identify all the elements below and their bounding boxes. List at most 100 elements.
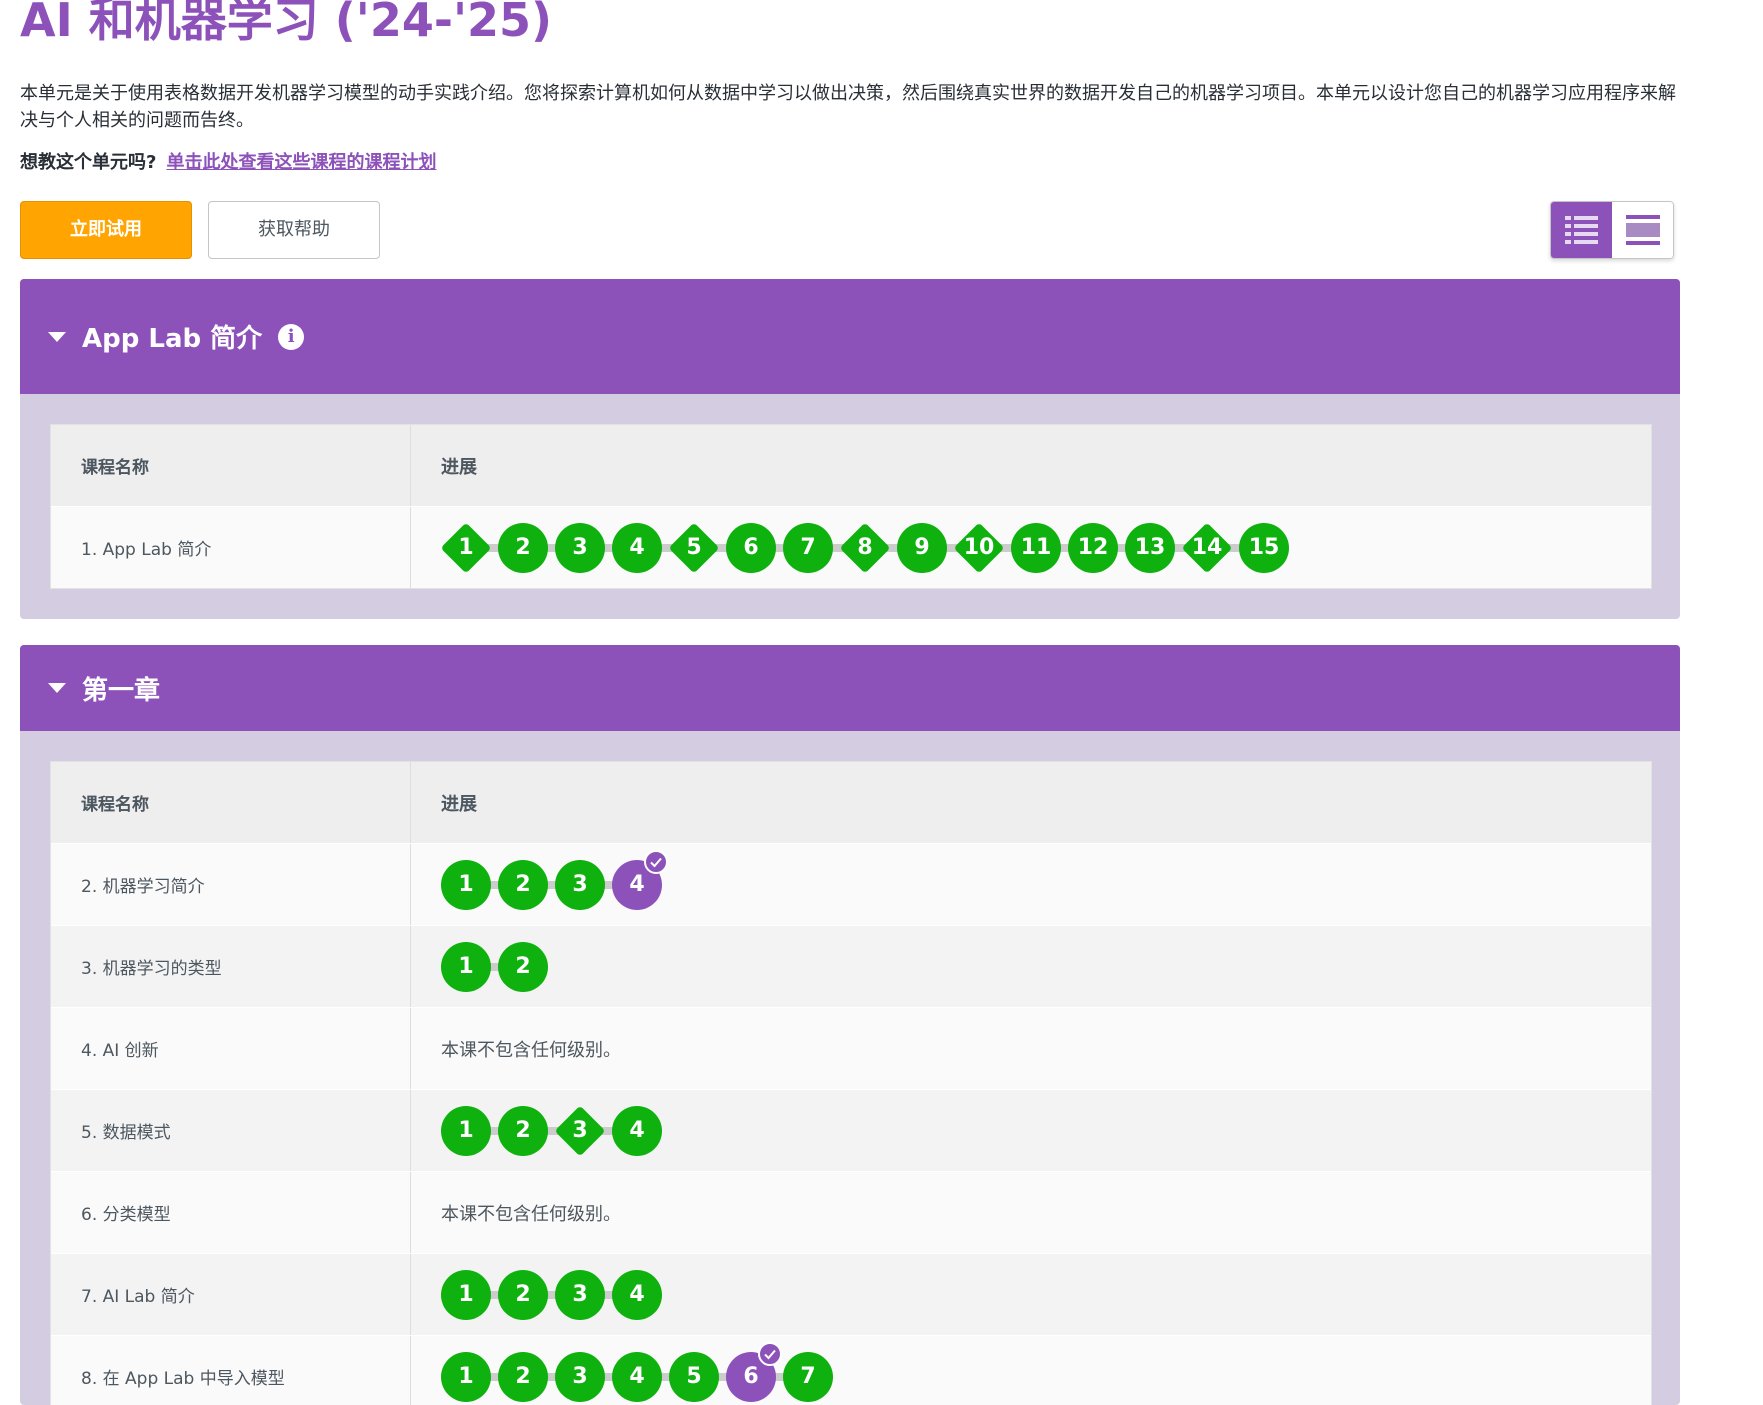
- level-bubble[interactable]: 2: [498, 1105, 548, 1156]
- level-bubble[interactable]: 1: [441, 1351, 491, 1402]
- level-diamond[interactable]: 3: [555, 1106, 605, 1156]
- table-row: 5. 数据模式 1 2 3 4: [51, 1090, 1651, 1172]
- lesson-progress: 1 2 3 4: [411, 844, 1651, 925]
- level-bubble[interactable]: 2: [498, 522, 548, 573]
- detail-view-button[interactable]: [1551, 202, 1612, 258]
- level-bubble[interactable]: 3: [555, 1269, 605, 1320]
- page-title: AI 和机器学习 ('24-'25): [20, 0, 553, 47]
- level-bubbles: 1 2 3 4: [441, 849, 669, 910]
- get-help-button[interactable]: 获取帮助: [208, 201, 380, 259]
- level-bubble[interactable]: 4: [612, 1269, 662, 1320]
- level-number: 11: [1020, 535, 1052, 560]
- lesson-name[interactable]: 1. App Lab 简介: [51, 507, 411, 588]
- lesson-name[interactable]: 8. 在 App Lab 中导入模型: [51, 1336, 411, 1405]
- level-diamond[interactable]: 14: [1182, 523, 1232, 573]
- level-bubble[interactable]: 15: [1239, 522, 1289, 573]
- level-bubble[interactable]: 9: [897, 522, 947, 573]
- level-bubble[interactable]: 7: [783, 1351, 833, 1402]
- level-bubble[interactable]: 3: [555, 1351, 605, 1402]
- table-row: 1. App Lab 简介 1 2 3 4 5 6 7 8 9 10 11 12 13 14 15: [51, 507, 1651, 588]
- level-number: 13: [1134, 535, 1166, 560]
- info-icon[interactable]: i: [278, 323, 305, 350]
- teach-prompt: 想教这个单元吗?: [20, 152, 157, 173]
- level-bubble[interactable]: 1: [441, 1105, 491, 1156]
- current-level-check-icon: [644, 849, 668, 874]
- level-number: 10: [963, 535, 995, 560]
- no-levels-text: 本课不包含任何级别。: [441, 1039, 621, 1061]
- lesson-progress: 1 2 3 4: [411, 1254, 1651, 1335]
- lesson-progress: 1 2 3 4: [411, 1090, 1651, 1171]
- level-bubbles: 1 2 3 4 5 6 7 8 9 10 11 12 13 14 15: [441, 522, 1296, 573]
- level-bubble[interactable]: 1: [441, 859, 491, 910]
- level-number: 12: [1077, 535, 1109, 560]
- level-number: 3: [572, 1364, 588, 1389]
- lesson-name[interactable]: 5. 数据模式: [51, 1090, 411, 1171]
- level-diamond[interactable]: 10: [954, 523, 1004, 573]
- lesson-name[interactable]: 6. 分类模型: [51, 1172, 411, 1253]
- level-number: 2: [515, 1118, 531, 1143]
- table-row: 3. 机器学习的类型 1 2: [51, 926, 1651, 1008]
- lesson-name[interactable]: 7. AI Lab 简介: [51, 1254, 411, 1335]
- level-bubbles: 1 2 3 4 5 6 7: [441, 1341, 840, 1402]
- table-row: 2. 机器学习简介 1 2 3 4: [51, 844, 1651, 926]
- current-level-check-icon: [758, 1341, 782, 1366]
- level-bubble[interactable]: 11: [1011, 522, 1061, 573]
- level-number: 3: [572, 872, 588, 897]
- level-diamond[interactable]: 8: [840, 523, 890, 573]
- lesson-table: 课程名称 进展 2. 机器学习简介 1 2 3 4 3. 机器学习的类型 1 2 4. AI 创…: [50, 761, 1652, 1405]
- level-bubble[interactable]: 4: [612, 849, 668, 910]
- level-number: 14: [1191, 535, 1223, 560]
- summary-view-button[interactable]: [1612, 202, 1673, 258]
- level-bubbles: 1 2 3 4: [441, 1105, 669, 1156]
- level-number: 7: [800, 535, 816, 560]
- level-bubble[interactable]: 13: [1125, 522, 1175, 573]
- level-bubbles: 1 2 3 4: [441, 1269, 669, 1320]
- level-number: 5: [686, 1364, 702, 1389]
- level-number: 7: [800, 1364, 816, 1389]
- level-number: 2: [515, 872, 531, 897]
- table-row: 8. 在 App Lab 中导入模型 1 2 3 4 5 6 7: [51, 1336, 1651, 1405]
- level-number: 4: [629, 1118, 645, 1143]
- column-header-name: 课程名称: [51, 762, 411, 843]
- level-number: 4: [629, 1282, 645, 1307]
- level-bubble[interactable]: 4: [612, 522, 662, 573]
- level-bubble[interactable]: 3: [555, 522, 605, 573]
- lesson-name[interactable]: 3. 机器学习的类型: [51, 926, 411, 1007]
- section-header[interactable]: App Lab 简介 i: [20, 279, 1680, 394]
- level-bubble[interactable]: 6: [726, 1341, 782, 1402]
- level-bubble[interactable]: 6: [726, 522, 776, 573]
- level-number: 2: [515, 535, 531, 560]
- level-diamond[interactable]: 1: [441, 523, 491, 573]
- level-bubble[interactable]: 4: [612, 1105, 662, 1156]
- level-bubble[interactable]: 2: [498, 941, 548, 992]
- summary-list-icon: [1625, 215, 1660, 245]
- lesson-progress: 本课不包含任何级别。: [411, 1172, 1651, 1253]
- level-number: 4: [629, 1364, 645, 1389]
- level-number: 15: [1248, 535, 1280, 560]
- lesson-name[interactable]: 4. AI 创新: [51, 1008, 411, 1089]
- no-levels-text: 本课不包含任何级别。: [441, 1203, 621, 1225]
- level-number: 2: [515, 1282, 531, 1307]
- level-bubble[interactable]: 4: [612, 1351, 662, 1402]
- lesson-name[interactable]: 2. 机器学习简介: [51, 844, 411, 925]
- lesson-plans-link[interactable]: 单击此处查看这些课程的课程计划: [166, 152, 436, 173]
- table-header-row: 课程名称 进展: [51, 762, 1651, 844]
- level-bubble[interactable]: 7: [783, 522, 833, 573]
- level-bubble[interactable]: 2: [498, 859, 548, 910]
- section-title: App Lab 简介: [82, 324, 263, 354]
- level-number: 3: [572, 1282, 588, 1307]
- level-bubble[interactable]: 2: [498, 1269, 548, 1320]
- level-number: 9: [914, 535, 930, 560]
- level-bubble[interactable]: 12: [1068, 522, 1118, 573]
- level-diamond[interactable]: 5: [669, 523, 719, 573]
- try-now-button[interactable]: 立即试用: [20, 201, 192, 259]
- detail-list-icon: [1564, 216, 1598, 244]
- level-bubble[interactable]: 2: [498, 1351, 548, 1402]
- caret-down-icon: [48, 331, 66, 342]
- column-header-progress: 进展: [441, 456, 477, 478]
- level-bubble[interactable]: 1: [441, 1269, 491, 1320]
- level-bubble[interactable]: 1: [441, 941, 491, 992]
- level-bubble[interactable]: 3: [555, 859, 605, 910]
- level-bubble[interactable]: 5: [669, 1351, 719, 1402]
- section-header[interactable]: 第一章: [20, 645, 1680, 731]
